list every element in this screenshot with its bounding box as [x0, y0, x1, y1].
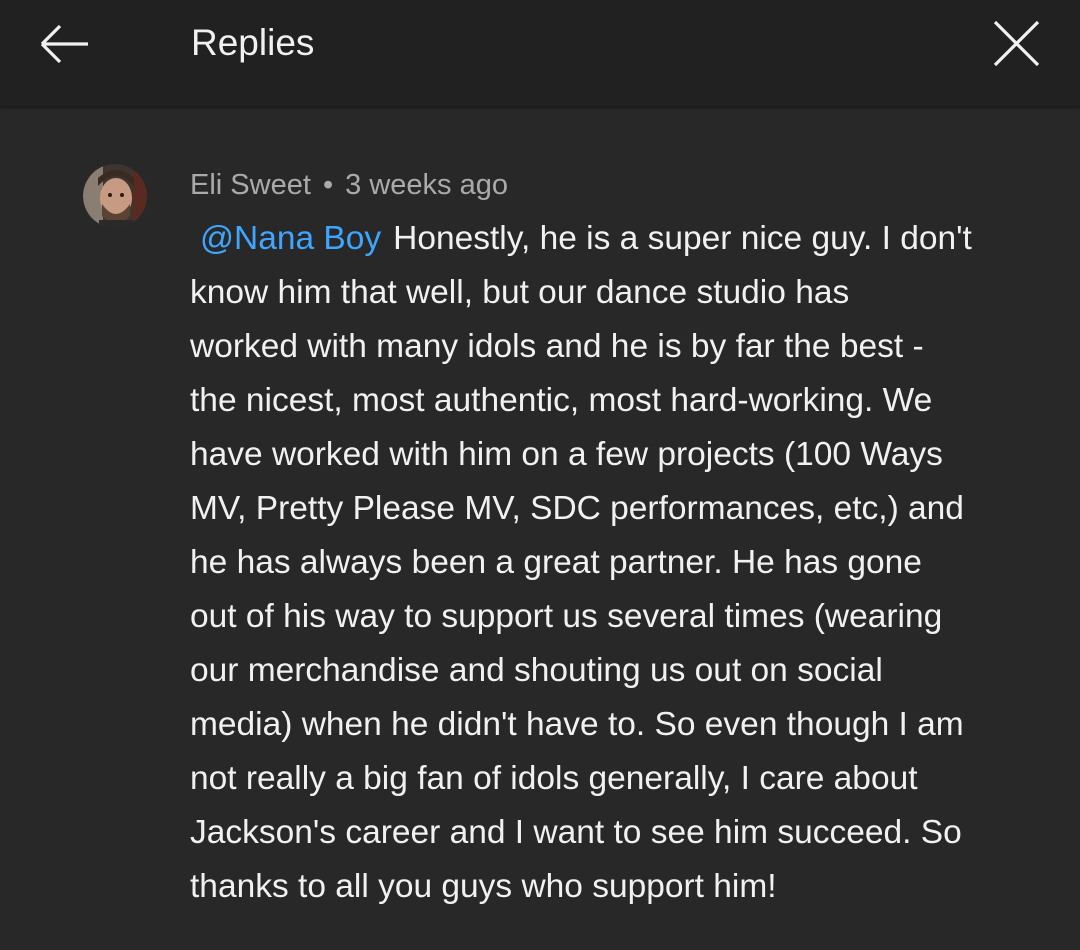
user-avatar-image [83, 164, 147, 228]
close-button[interactable] [990, 20, 1042, 68]
top-bar: Replies [0, 0, 1080, 106]
comment-author[interactable]: Eli Sweet [190, 169, 311, 201]
arrow-left-icon [40, 24, 88, 64]
page-title: Replies [191, 22, 315, 63]
meta-separator: • [322, 169, 334, 201]
close-icon [993, 20, 1040, 67]
avatar[interactable] [83, 164, 147, 228]
comment-timestamp[interactable]: 3 weeks ago [345, 169, 508, 201]
mention-link[interactable]: @Nana Boy [200, 220, 381, 257]
comment-body: @Nana Boy Honestly, he is a super nice gu… [190, 212, 1050, 914]
back-button[interactable] [38, 22, 90, 66]
comment-text: Honestly, he is a super nice guy. I don'… [190, 220, 972, 905]
comment-meta: Eli Sweet • 3 weeks ago [190, 166, 508, 204]
